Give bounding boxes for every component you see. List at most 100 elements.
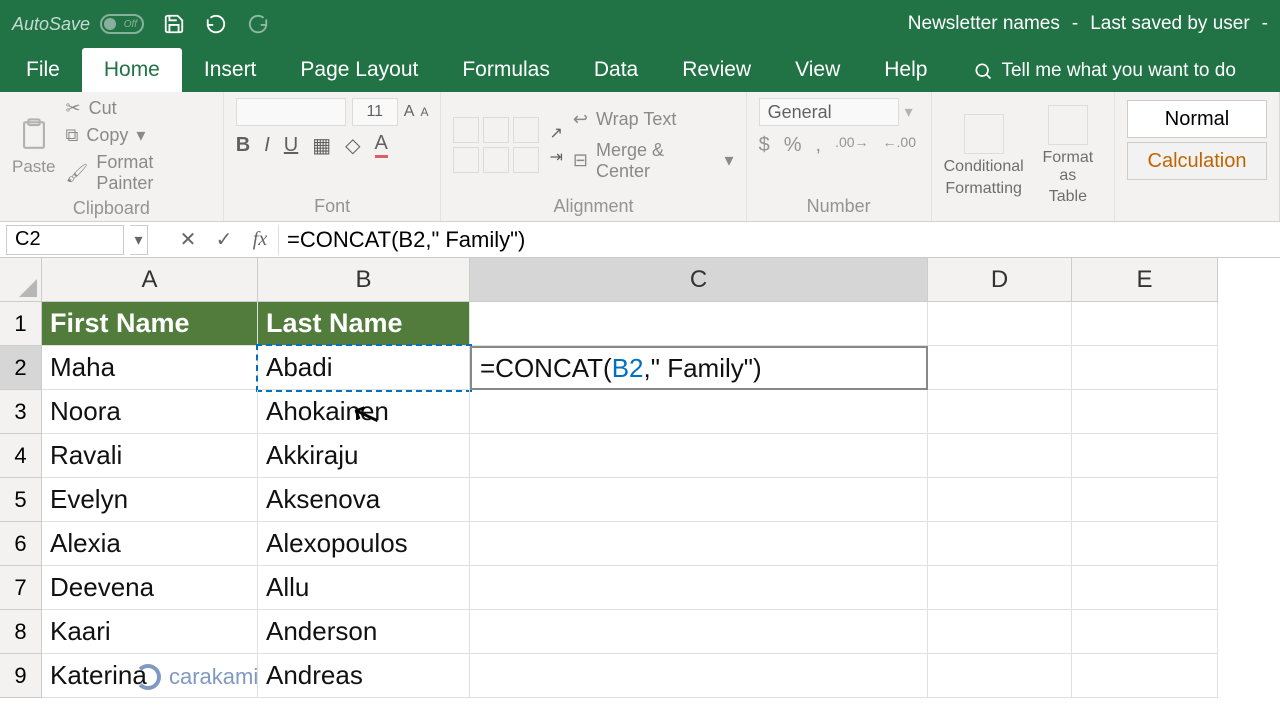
col-header-d[interactable]: D xyxy=(928,258,1072,302)
cell-d6[interactable] xyxy=(928,522,1072,566)
shrink-font-icon[interactable]: A xyxy=(420,105,428,119)
row-header-6[interactable]: 6 xyxy=(0,522,42,566)
row-header-3[interactable]: 3 xyxy=(0,390,42,434)
tab-data[interactable]: Data xyxy=(572,48,660,92)
cell-a7[interactable]: Deevena xyxy=(42,566,258,610)
style-normal[interactable]: Normal xyxy=(1127,100,1267,138)
cell-c4[interactable] xyxy=(470,434,928,478)
cell-b2[interactable]: Abadi xyxy=(258,346,470,390)
cell-c5[interactable] xyxy=(470,478,928,522)
decrease-decimal-icon[interactable]: ←.00 xyxy=(883,134,916,157)
cell-a1[interactable]: First Name xyxy=(42,302,258,346)
cell-a5[interactable]: Evelyn xyxy=(42,478,258,522)
cell-b5[interactable]: Aksenova xyxy=(258,478,470,522)
tell-me-search[interactable]: Tell me what you want to do xyxy=(973,60,1235,92)
col-header-a[interactable]: A xyxy=(42,258,258,302)
underline-button[interactable]: U xyxy=(284,134,298,157)
border-icon[interactable]: ▦ xyxy=(312,133,331,158)
increase-decimal-icon[interactable]: .00→ xyxy=(835,134,868,157)
accept-formula-button[interactable]: ✓ xyxy=(206,225,242,255)
wrap-text-button[interactable]: ↩Wrap Text xyxy=(573,109,734,130)
row-header-8[interactable]: 8 xyxy=(0,610,42,654)
col-header-e[interactable]: E xyxy=(1072,258,1218,302)
style-calculation[interactable]: Calculation xyxy=(1127,142,1267,180)
cell-b9[interactable]: Andreas xyxy=(258,654,470,698)
cell-c8[interactable] xyxy=(470,610,928,654)
select-all-button[interactable] xyxy=(0,258,42,302)
row-header-2[interactable]: 2 xyxy=(0,346,42,390)
name-box[interactable]: C2 xyxy=(6,225,124,255)
cancel-formula-button[interactable]: ✕ xyxy=(170,225,206,255)
cell-b4[interactable]: Akkiraju xyxy=(258,434,470,478)
cell-c2-editing[interactable]: =CONCAT(B2," Family") xyxy=(470,346,928,390)
col-header-b[interactable]: B xyxy=(258,258,470,302)
bold-button[interactable]: B xyxy=(236,134,250,157)
copy-button[interactable]: ⧉Copy ▾ xyxy=(65,125,210,146)
cell-c1[interactable] xyxy=(470,302,928,346)
name-box-dropdown[interactable]: ▾ xyxy=(130,225,148,255)
indent-icon[interactable]: ⇥ xyxy=(549,147,562,167)
cell-a6[interactable]: Alexia xyxy=(42,522,258,566)
cell-b3[interactable]: Ahokainen xyxy=(258,390,470,434)
cell-c6[interactable] xyxy=(470,522,928,566)
col-header-c[interactable]: C xyxy=(470,258,928,302)
currency-icon[interactable]: $ xyxy=(759,134,770,157)
cell-c3[interactable] xyxy=(470,390,928,434)
cell-e2[interactable] xyxy=(1072,346,1218,390)
cell-b6[interactable]: Alexopoulos xyxy=(258,522,470,566)
autosave-toggle[interactable]: AutoSave Off xyxy=(12,14,144,35)
tab-file[interactable]: File xyxy=(4,48,82,92)
cell-e8[interactable] xyxy=(1072,610,1218,654)
cell-c7[interactable] xyxy=(470,566,928,610)
cell-e9[interactable] xyxy=(1072,654,1218,698)
tab-review[interactable]: Review xyxy=(660,48,773,92)
tab-view[interactable]: View xyxy=(773,48,862,92)
tab-home[interactable]: Home xyxy=(82,48,182,92)
undo-icon[interactable] xyxy=(204,12,228,36)
cell-e7[interactable] xyxy=(1072,566,1218,610)
conditional-formatting-button[interactable]: Conditional Formatting xyxy=(944,114,1024,197)
tab-formulas[interactable]: Formulas xyxy=(440,48,572,92)
cell-d9[interactable] xyxy=(928,654,1072,698)
cell-e3[interactable] xyxy=(1072,390,1218,434)
tab-help[interactable]: Help xyxy=(862,48,949,92)
row-header-4[interactable]: 4 xyxy=(0,434,42,478)
number-format-combo[interactable]: General xyxy=(759,98,899,126)
cell-b7[interactable]: Allu xyxy=(258,566,470,610)
grow-font-icon[interactable]: A xyxy=(404,103,415,121)
tab-insert[interactable]: Insert xyxy=(182,48,279,92)
font-color-icon[interactable]: A xyxy=(375,132,388,158)
cell-e5[interactable] xyxy=(1072,478,1218,522)
fill-color-icon[interactable]: ◇ xyxy=(345,133,360,158)
cell-d3[interactable] xyxy=(928,390,1072,434)
format-painter-button[interactable]: 🖌Format Painter xyxy=(65,152,210,194)
cell-d1[interactable] xyxy=(928,302,1072,346)
row-header-9[interactable]: 9 xyxy=(0,654,42,698)
cell-c9[interactable] xyxy=(470,654,928,698)
cell-d5[interactable] xyxy=(928,478,1072,522)
merge-center-button[interactable]: ⊟Merge & Center ▾ xyxy=(573,140,734,182)
formula-input[interactable]: =CONCAT(B2," Family") xyxy=(278,225,1280,255)
cell-d7[interactable] xyxy=(928,566,1072,610)
row-header-5[interactable]: 5 xyxy=(0,478,42,522)
fx-button[interactable]: fx xyxy=(242,225,278,255)
redo-icon[interactable] xyxy=(246,12,270,36)
alignment-grid[interactable] xyxy=(453,117,539,173)
cell-e6[interactable] xyxy=(1072,522,1218,566)
row-header-1[interactable]: 1 xyxy=(0,302,42,346)
cell-a8[interactable]: Kaari xyxy=(42,610,258,654)
cell-a2[interactable]: Maha xyxy=(42,346,258,390)
comma-icon[interactable]: , xyxy=(816,134,822,157)
row-header-7[interactable]: 7 xyxy=(0,566,42,610)
font-name-combo[interactable] xyxy=(236,98,346,126)
cell-a4[interactable]: Ravali xyxy=(42,434,258,478)
italic-button[interactable]: I xyxy=(264,134,270,157)
orientation-icon[interactable]: ↗ xyxy=(549,123,562,143)
cell-a3[interactable]: Noora xyxy=(42,390,258,434)
cell-d4[interactable] xyxy=(928,434,1072,478)
format-as-table-button[interactable]: Format as Table xyxy=(1034,105,1102,206)
save-icon[interactable] xyxy=(162,12,186,36)
cell-d2[interactable] xyxy=(928,346,1072,390)
cell-e4[interactable] xyxy=(1072,434,1218,478)
cut-button[interactable]: ✂Cut xyxy=(65,98,210,119)
